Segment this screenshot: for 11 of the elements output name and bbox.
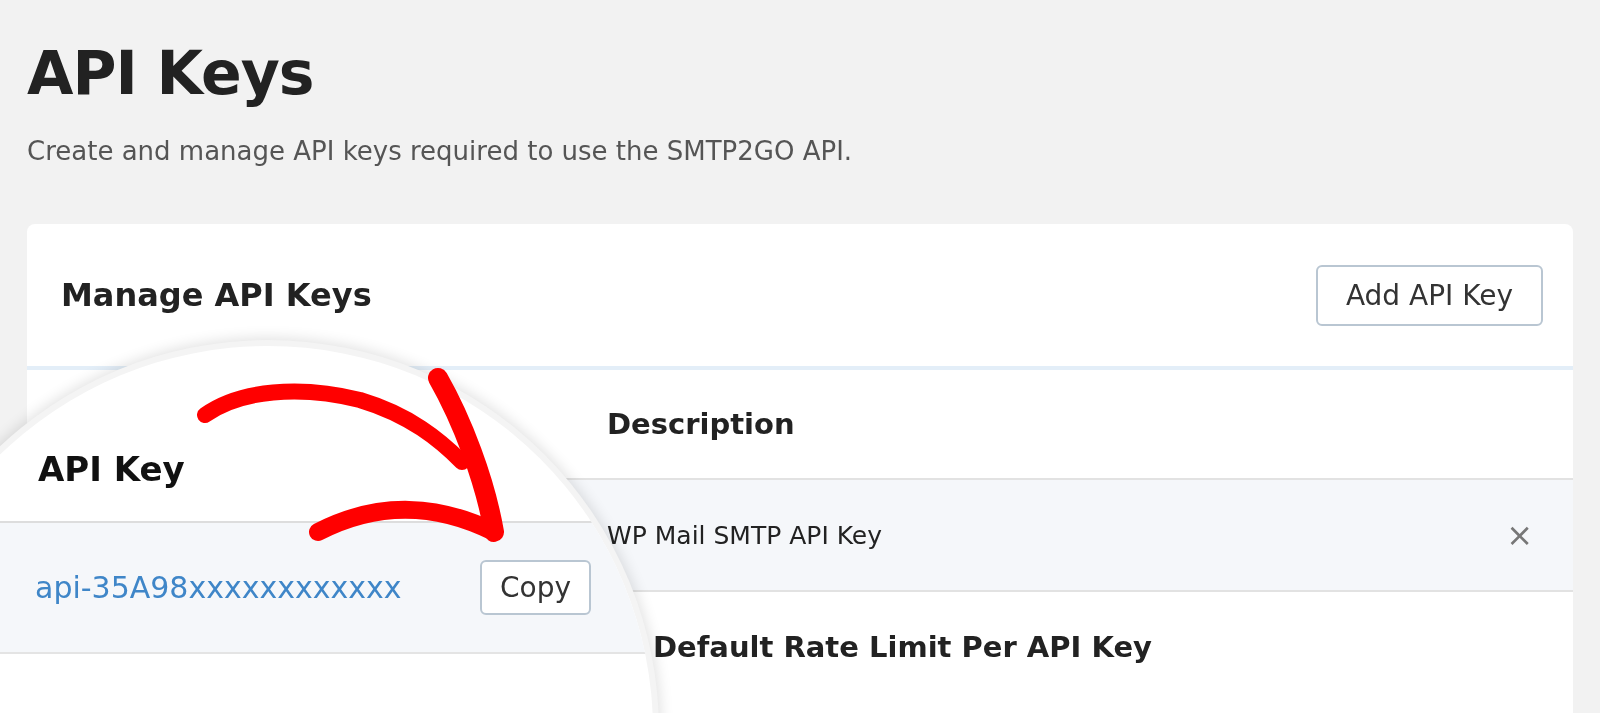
card-title: Manage API Keys <box>61 276 372 314</box>
add-api-key-button[interactable]: Add API Key <box>1315 264 1543 326</box>
copy-button[interactable]: Copy <box>480 560 592 615</box>
page-title: API Keys <box>27 38 315 108</box>
description-cell: WP Mail SMTP API Key <box>607 520 883 550</box>
column-header: Description <box>607 407 795 441</box>
page-subtitle: Create and manage API keys required to use the SMTP2GO API. <box>27 136 854 166</box>
section-title: Default Rate Limit Per API Key <box>652 629 1153 664</box>
remove-button[interactable]: × <box>1506 516 1533 554</box>
api-key-link[interactable]: api-35A98xxxxxxxxxxxx <box>35 570 480 605</box>
column-header: API Key <box>38 449 185 489</box>
